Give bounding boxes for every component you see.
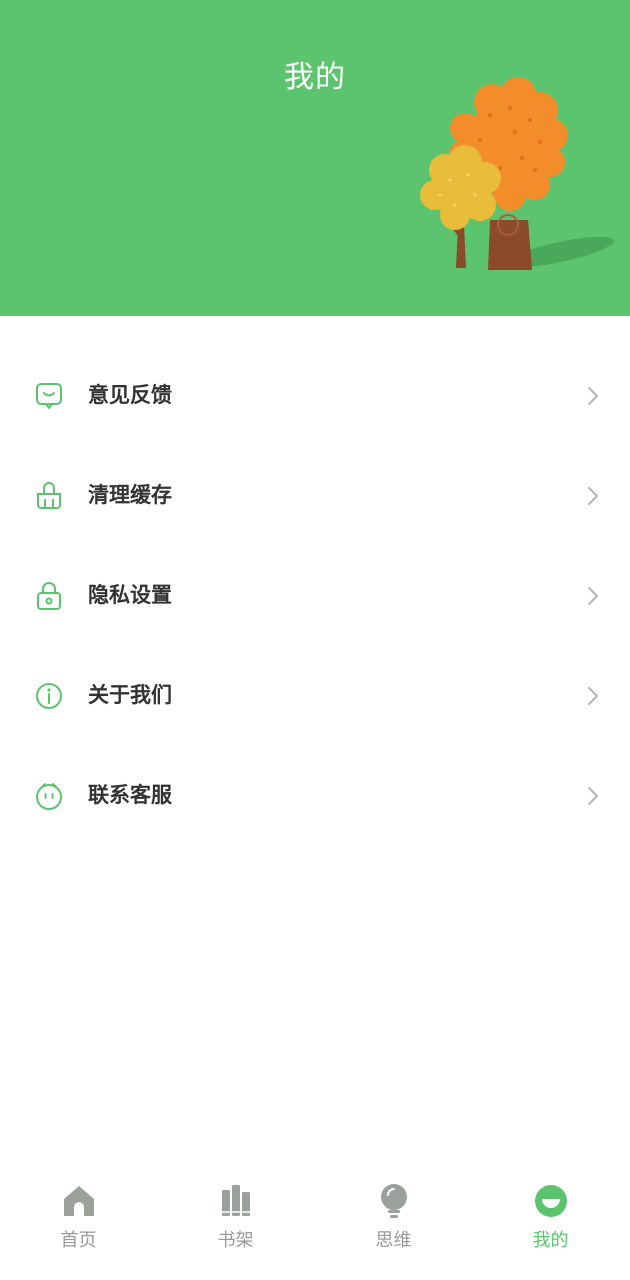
menu-item-label: 联系客服: [88, 783, 172, 807]
autumn-trees-illustration: [420, 77, 614, 270]
smile-face-icon: [534, 1185, 567, 1217]
profile-header: 我的: [0, 0, 630, 316]
customer-service-face-icon: [36, 783, 62, 810]
tab-label: 思维: [375, 1230, 412, 1251]
home-icon: [63, 1186, 94, 1216]
bottom-tab-bar: 首页 书架 思维 我的: [0, 1170, 630, 1280]
chevron-right-icon: [588, 387, 598, 405]
tab-home[interactable]: 首页: [0, 1170, 157, 1280]
info-circle-icon: [36, 683, 62, 709]
lock-icon: [37, 582, 61, 610]
bookshelf-icon: [221, 1185, 250, 1216]
menu-item-clear-cache[interactable]: 清理缓存: [0, 445, 630, 545]
menu-item-feedback[interactable]: 意见反馈: [0, 345, 630, 445]
profile-page: 我的 意见反馈 清理缓存 隐私设置 关于我们 联系客服 首页 书架 思维 我的: [0, 0, 630, 1280]
tab-label: 我的: [532, 1230, 569, 1251]
menu-item-label: 隐私设置: [88, 583, 172, 607]
tab-bookshelf[interactable]: 书架: [157, 1170, 314, 1280]
clean-basket-icon: [37, 482, 61, 509]
menu-item-label: 关于我们: [88, 683, 172, 707]
menu-item-label: 清理缓存: [88, 483, 172, 507]
tab-mine[interactable]: 我的: [472, 1170, 629, 1280]
chevron-right-icon: [588, 787, 598, 805]
settings-menu: 意见反馈 清理缓存 隐私设置 关于我们 联系客服: [0, 345, 630, 845]
feedback-chat-icon: [36, 383, 62, 409]
tab-label: 首页: [60, 1230, 97, 1251]
chevron-right-icon: [588, 487, 598, 505]
lightbulb-icon: [380, 1184, 407, 1218]
tab-thinking[interactable]: 思维: [315, 1170, 472, 1280]
chevron-right-icon: [588, 587, 598, 605]
menu-item-customer-service[interactable]: 联系客服: [0, 745, 630, 845]
menu-item-about[interactable]: 关于我们: [0, 645, 630, 745]
tab-label: 书架: [217, 1230, 254, 1251]
menu-item-privacy[interactable]: 隐私设置: [0, 545, 630, 645]
menu-item-label: 意见反馈: [88, 383, 172, 407]
chevron-right-icon: [588, 687, 598, 705]
